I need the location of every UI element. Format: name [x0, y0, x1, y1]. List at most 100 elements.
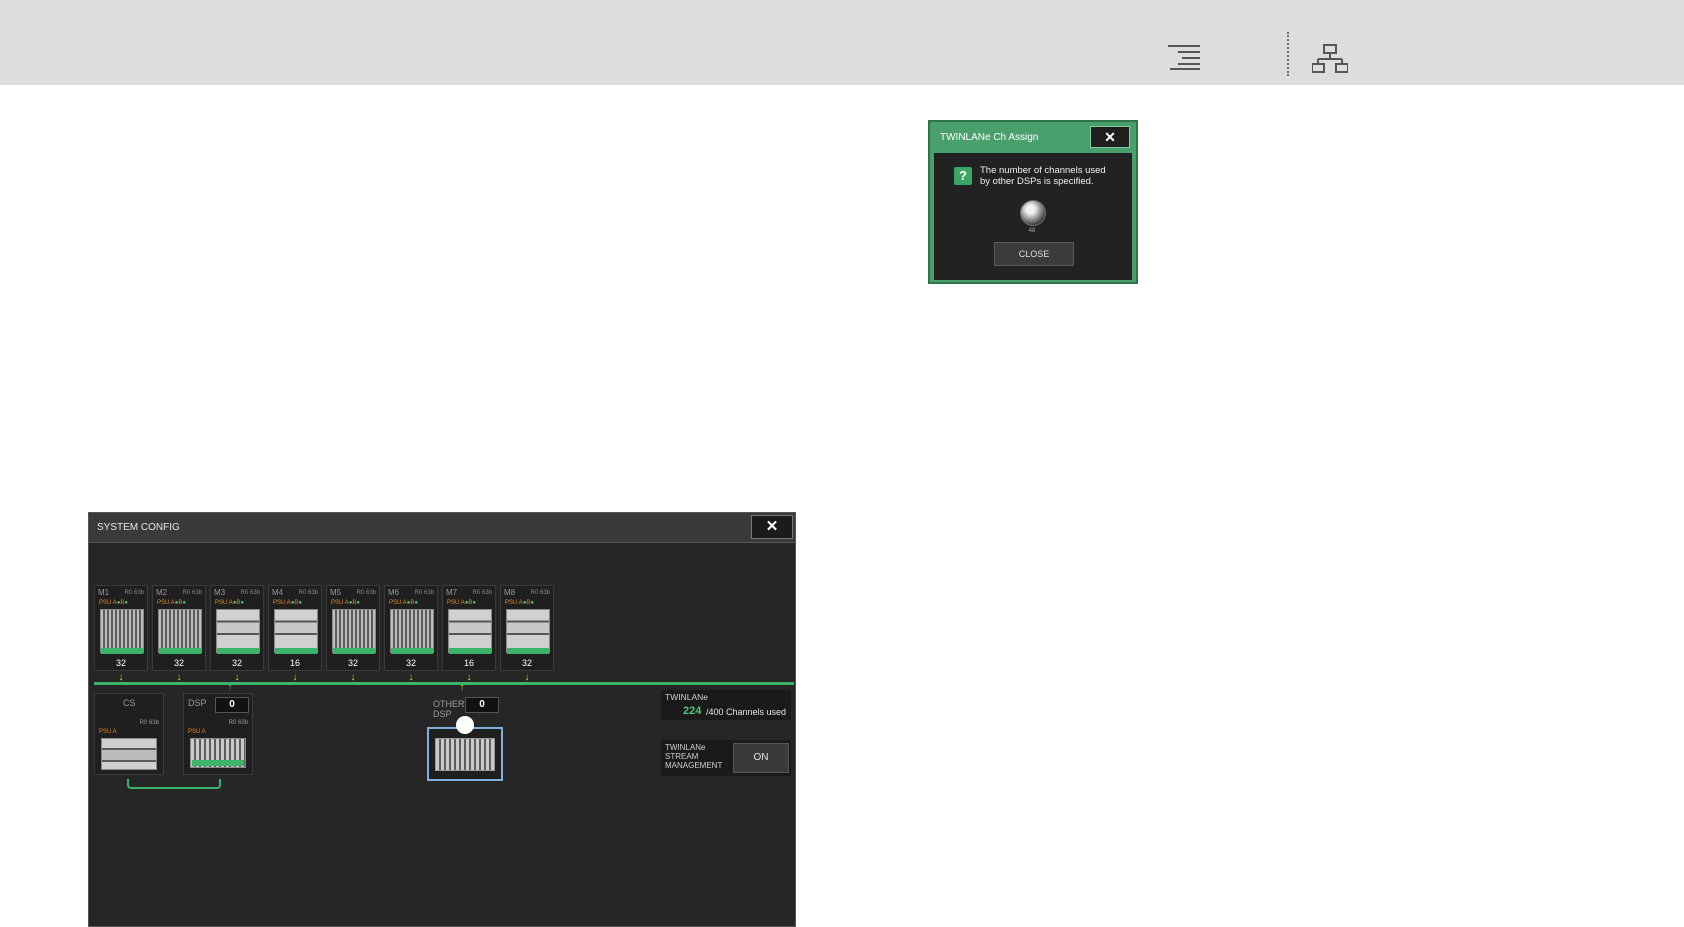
module-image	[274, 609, 318, 653]
dsp-label: DSP	[188, 698, 207, 708]
module-unit[interactable]: M5 R0 63b PSU A●B● 32	[326, 585, 380, 671]
module-unit[interactable]: M6 R0 63b PSU A●B● 32	[384, 585, 438, 671]
module-unit[interactable]: M2 R0 63b PSU A●B● 32	[152, 585, 206, 671]
psu-a-label: PSU A	[157, 600, 175, 606]
dialog-message-line1: The number of channels used	[980, 165, 1106, 176]
module-status-bar	[507, 648, 549, 654]
module-psu: PSU A●B●	[389, 600, 418, 606]
dialog-close-button[interactable]: ✕	[1090, 126, 1130, 148]
twinlane-bus-line	[94, 682, 794, 685]
psu-b-led: ●	[356, 600, 360, 606]
psu-a-label: PSU A	[447, 600, 465, 606]
question-icon: ?	[954, 167, 972, 185]
module-image	[158, 609, 202, 653]
module-tag: M8	[504, 588, 516, 597]
psu-a-label: PSU A	[389, 600, 407, 606]
module-tag: M7	[446, 588, 458, 597]
module-unit[interactable]: M8 R0 63b PSU A●B● 32	[500, 585, 554, 671]
module-channel-count: 16	[463, 658, 474, 668]
module-version: R0 63b	[472, 590, 492, 596]
module-channel-count: 32	[521, 658, 532, 668]
toolbar-divider	[1287, 32, 1289, 76]
dsp-status-bar	[192, 760, 244, 766]
module-status-bar	[333, 648, 375, 654]
module-psu: PSU A●B●	[447, 600, 476, 606]
module-tag: M3	[214, 588, 226, 597]
module-unit[interactable]: M3 R0 63b PSU A●B● 32	[210, 585, 264, 671]
other-dsp-label-line1: OTHER	[433, 699, 465, 709]
module-psu: PSU A●B●	[273, 600, 302, 606]
twinlane-channels-used: 224	[683, 705, 702, 717]
dialog-title: TWINLANe Ch Assign	[940, 132, 1039, 143]
channel-count-knob[interactable]	[1020, 200, 1046, 226]
module-status-bar	[159, 648, 201, 654]
dialog-message: The number of channels used by other DSP…	[980, 165, 1130, 187]
module-image	[390, 609, 434, 653]
module-version: R0 63b	[124, 590, 144, 596]
stream-management: TWINLANe STREAM MANAGEMENT ON	[661, 740, 791, 776]
window-close-button[interactable]: ✕	[751, 515, 793, 539]
cs-psu: PSU A	[99, 729, 117, 735]
system-config-window: SYSTEM CONFIG ✕ M1 R0 63b PSU A●B● 32 ↓ M2 R0 …	[88, 512, 796, 927]
psu-b-led: ●	[414, 600, 418, 606]
toc-icon[interactable]	[1168, 44, 1202, 70]
window-header: SYSTEM CONFIG ✕	[89, 513, 795, 543]
module-tag: M2	[156, 588, 168, 597]
module-version: R0 63b	[240, 590, 260, 596]
psu-a-label: PSU A	[505, 600, 523, 606]
cs-dsp-link	[127, 779, 221, 789]
other-dsp-rack-image	[435, 738, 495, 771]
module-status-bar	[217, 648, 259, 654]
module-status-bar	[449, 648, 491, 654]
module-tag: M6	[388, 588, 400, 597]
twinlane-label: TWINLANe	[665, 692, 708, 702]
module-status-bar	[391, 648, 433, 654]
module-channel-count: 32	[347, 658, 358, 668]
psu-b-led: ●	[240, 600, 244, 606]
dsp-psu: PSU A	[188, 729, 206, 735]
module-unit[interactable]: M4 R0 63b PSU A●B● 16	[268, 585, 322, 671]
cs-version: R0 63b	[139, 720, 159, 726]
psu-b-led: ●	[124, 600, 128, 606]
dsp-count-field[interactable]: 0	[215, 697, 249, 713]
module-image	[216, 609, 260, 653]
sitemap-icon[interactable]	[1312, 44, 1348, 74]
psu-b-led: ●	[530, 600, 534, 606]
module-version: R0 63b	[356, 590, 376, 596]
psu-a-label: PSU A	[273, 600, 291, 606]
psu-a-label: PSU A	[331, 600, 349, 606]
module-unit[interactable]: M1 R0 63b PSU A●B● 32	[94, 585, 148, 671]
cs-console-image	[101, 738, 157, 770]
psu-b-led: ●	[298, 600, 302, 606]
stream-management-on-button[interactable]: ON	[733, 743, 789, 773]
module-channel-count: 32	[405, 658, 416, 668]
stream-management-line3: MANAGEMENT	[665, 761, 723, 770]
module-image	[332, 609, 376, 653]
module-psu: PSU A●B●	[157, 600, 186, 606]
module-channel-count: 32	[115, 658, 126, 668]
twinlane-ch-assign-dialog: TWINLANe Ch Assign ✕ ? The number of cha…	[928, 120, 1138, 284]
psu-a-label: PSU A	[99, 600, 117, 606]
module-version: R0 63b	[530, 590, 550, 596]
module-image	[506, 609, 550, 653]
module-version: R0 63b	[182, 590, 202, 596]
module-psu: PSU A●B●	[99, 600, 128, 606]
module-image	[100, 609, 144, 653]
stream-management-label: TWINLANe STREAM MANAGEMENT	[665, 743, 722, 770]
module-status-bar	[101, 648, 143, 654]
psu-b-led: ●	[182, 600, 186, 606]
module-unit[interactable]: M7 R0 63b PSU A●B● 16	[442, 585, 496, 671]
other-dsp-count-field[interactable]: 0	[465, 697, 499, 713]
module-channel-count: 16	[289, 658, 300, 668]
twinlane-status: TWINLANe 224 /400 Channels used	[661, 690, 791, 720]
module-psu: PSU A●B●	[215, 600, 244, 606]
module-tag: M5	[330, 588, 342, 597]
module-status-bar	[275, 648, 317, 654]
cs-unit[interactable]: CS R0 63b PSU A	[94, 693, 164, 775]
other-dsp-unit[interactable]	[427, 727, 503, 781]
close-button[interactable]: CLOSE	[994, 242, 1074, 266]
psu-a-label: PSU A	[215, 600, 233, 606]
module-version: R0 63b	[414, 590, 434, 596]
module-image	[448, 609, 492, 653]
stream-management-line2: STREAM	[665, 752, 699, 761]
